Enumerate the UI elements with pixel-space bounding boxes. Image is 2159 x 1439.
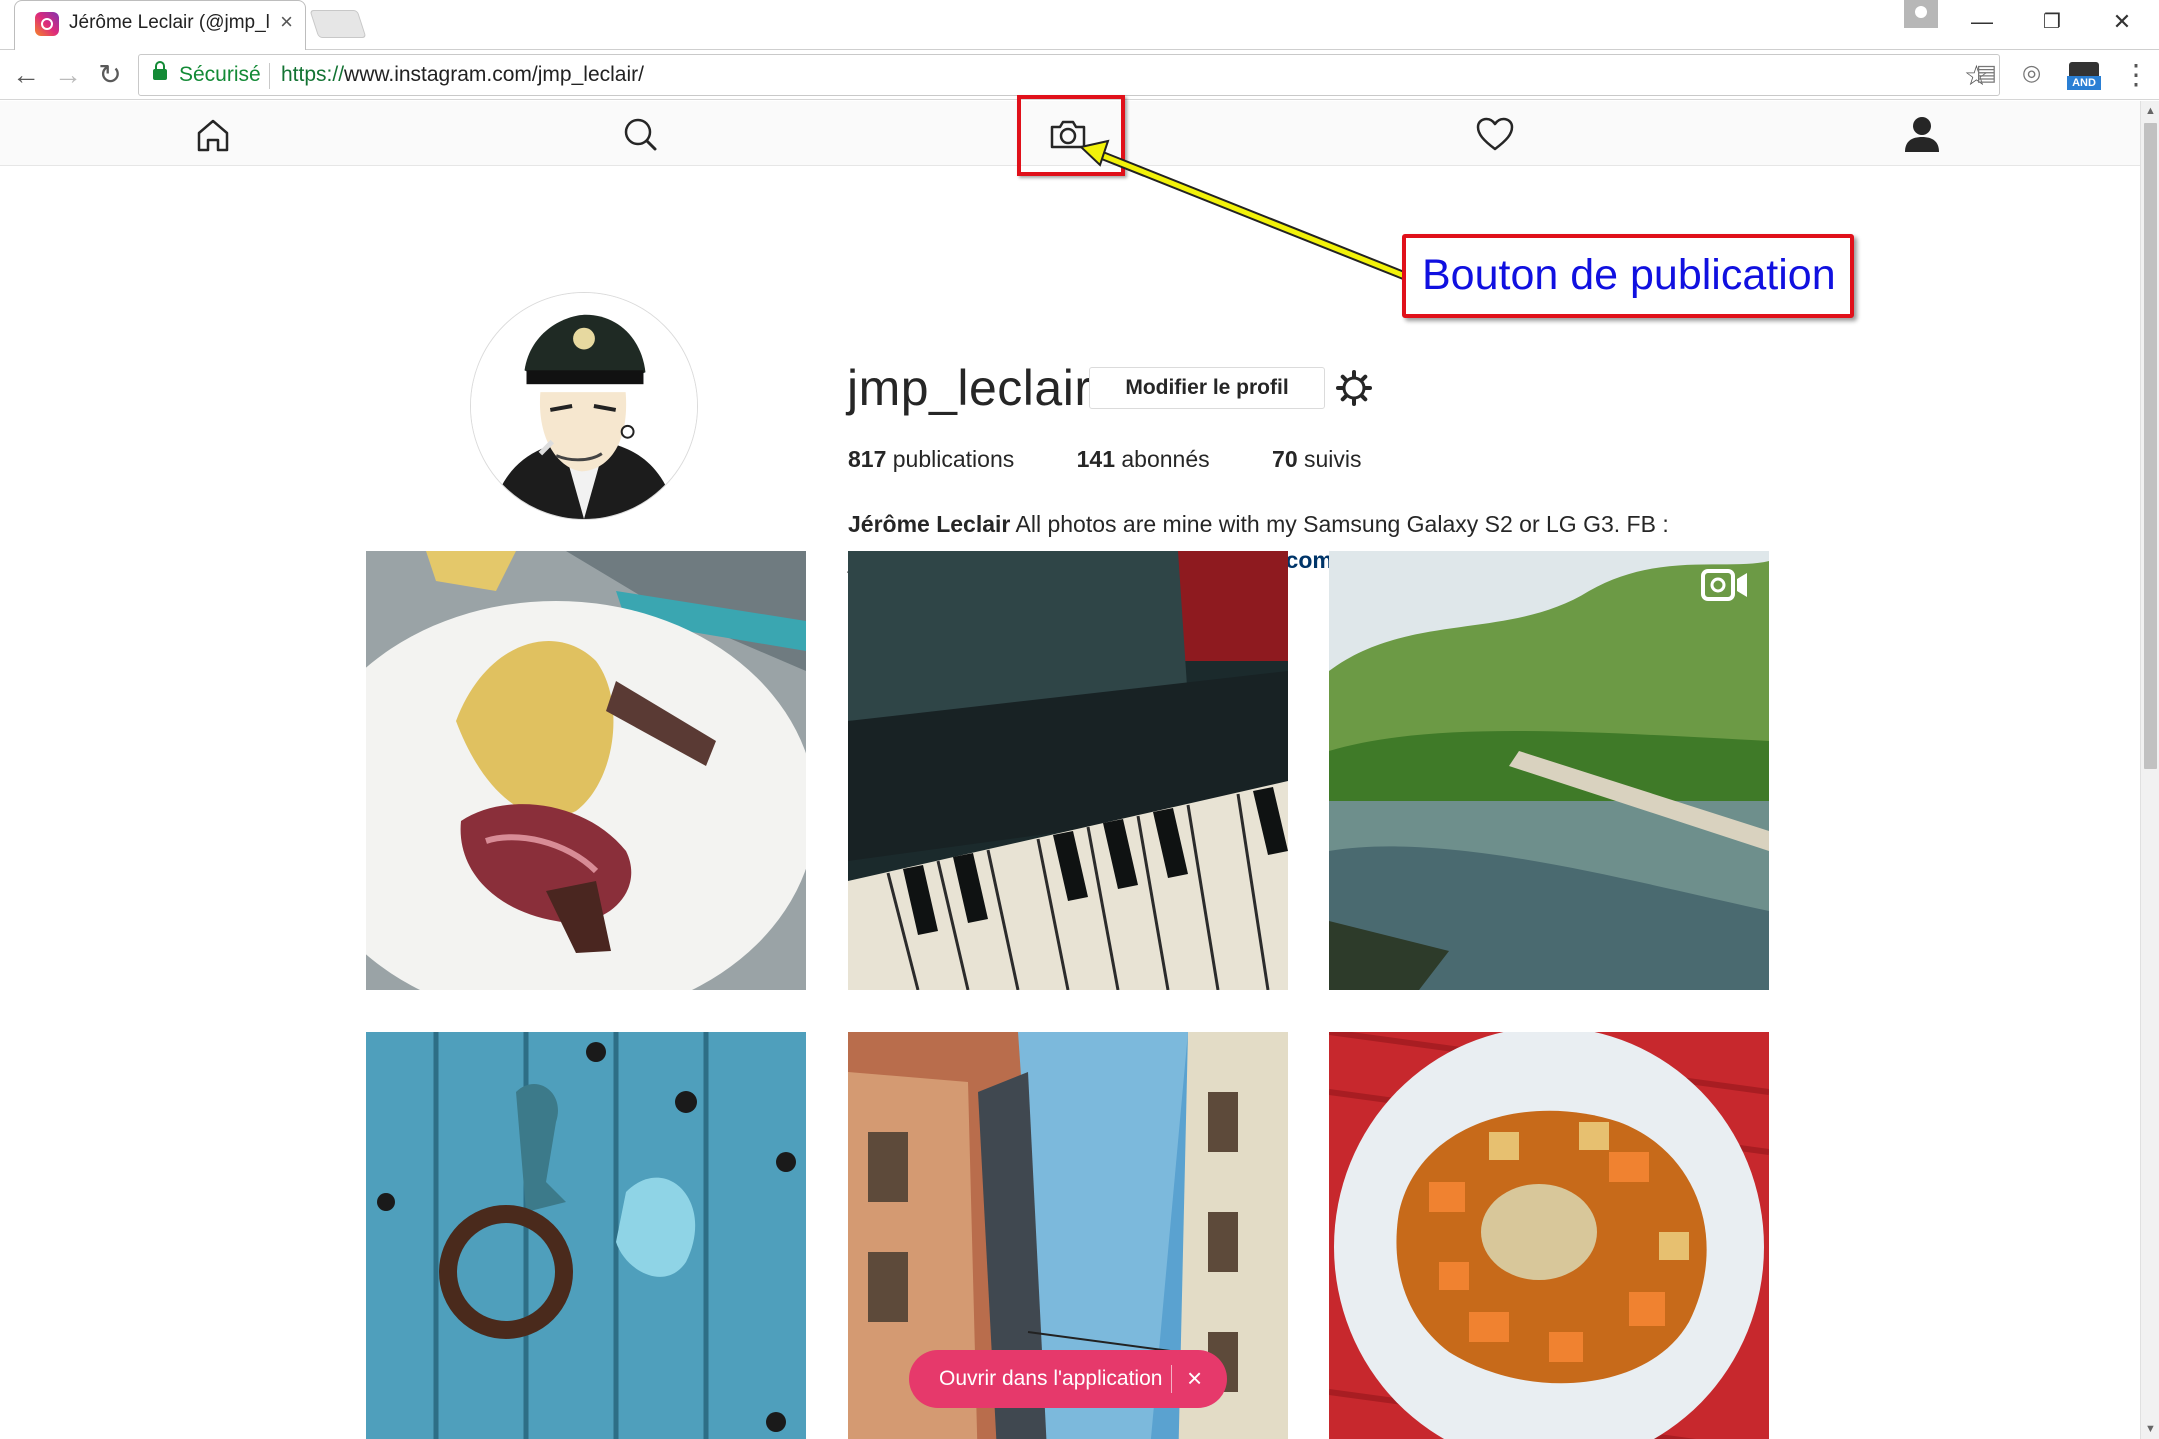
home-icon[interactable]: [191, 113, 235, 157]
open-in-app-close-icon[interactable]: ×: [1187, 1363, 1202, 1393]
tab-close-icon[interactable]: ×: [280, 9, 293, 35]
post-image-vegetables: [1329, 1032, 1769, 1439]
profile-icon[interactable]: [1900, 113, 1944, 157]
lock-icon: [153, 61, 167, 80]
new-tab-button[interactable]: [309, 10, 367, 38]
url-path: /jmp_leclair/: [531, 63, 644, 86]
restore-button[interactable]: ❐: [2024, 4, 2080, 40]
reload-button[interactable]: ↻: [90, 56, 130, 94]
post-tile[interactable]: [848, 551, 1288, 990]
scroll-thumb[interactable]: [2144, 123, 2157, 769]
avatar[interactable]: [470, 292, 698, 520]
stat-following[interactable]: 70 suivis: [1272, 446, 1362, 472]
post-tile[interactable]: [1329, 1032, 1769, 1439]
secure-label: Sécurisé: [179, 63, 261, 86]
instagram-favicon-icon: [35, 12, 59, 36]
address-bar[interactable]: Sécurisé https://www.instagram.com/jmp_l…: [138, 54, 2000, 96]
stat-following-label: suivis: [1304, 446, 1362, 472]
post-image-river: [1329, 551, 1769, 990]
stat-following-count: 70: [1272, 446, 1298, 472]
video-indicator-icon: [1701, 569, 1747, 601]
stat-followers-count: 141: [1076, 446, 1115, 472]
post-image-piano: [848, 551, 1288, 990]
address-divider: [269, 63, 270, 89]
browser-toolbar: ← → ↻ Sécurisé https://www.instagram.com…: [0, 50, 2159, 100]
heart-icon[interactable]: [1473, 113, 1517, 157]
avatar-illustration: [471, 293, 697, 519]
url-text[interactable]: https://www.instagram.com/jmp_leclair/: [281, 63, 644, 87]
open-in-app-button[interactable]: Ouvrir dans l'application ×: [909, 1350, 1227, 1408]
tab-title: Jérôme Leclair (@jmp_leclair): [69, 12, 269, 33]
stat-posts-label: publications: [892, 446, 1015, 472]
browser-profile-button[interactable]: [1904, 0, 1938, 28]
annotation-callout: Bouton de publication: [1402, 234, 1854, 318]
scroll-up-arrow-icon[interactable]: ▲: [2145, 105, 2156, 117]
open-in-app-label: Ouvrir dans l'application: [939, 1367, 1163, 1390]
back-button[interactable]: ←: [6, 56, 46, 94]
url-host: www.instagram.com: [344, 63, 532, 86]
post-tile[interactable]: [366, 551, 806, 990]
annotation-highlight-box: [1017, 95, 1125, 176]
bio-name: Jérôme Leclair: [848, 511, 1011, 537]
browser-tab[interactable]: Jérôme Leclair (@jmp_leclair) ×: [14, 0, 306, 50]
reader-extension-icon[interactable]: ▤: [1976, 60, 1997, 86]
search-icon[interactable]: [618, 113, 662, 157]
and-extension-icon: [2069, 62, 2099, 76]
post-image-door: [366, 1032, 806, 1439]
translate-extension-icon[interactable]: ◎: [2022, 60, 2041, 86]
profile-stats: 817 publications 141 abonnés 70 suivis: [848, 446, 1418, 473]
close-window-button[interactable]: ✕: [2094, 4, 2150, 40]
stat-posts: 817 publications: [848, 446, 1014, 472]
page-scrollbar[interactable]: ▲ ▼: [2140, 101, 2159, 1439]
edit-profile-button[interactable]: Modifier le profil: [1089, 367, 1325, 409]
post-tile[interactable]: [366, 1032, 806, 1439]
forward-button[interactable]: →: [48, 56, 88, 94]
scroll-down-arrow-icon[interactable]: ▼: [2145, 1423, 2156, 1435]
post-tile[interactable]: [1329, 551, 1769, 990]
and-extension-badge: AND: [2067, 76, 2101, 90]
browser-menu-icon[interactable]: ⋮: [2122, 58, 2150, 91]
open-in-app-divider: [1171, 1365, 1172, 1393]
minimize-button[interactable]: —: [1954, 4, 2010, 40]
stat-followers-label: abonnés: [1121, 446, 1210, 472]
stat-posts-count: 817: [848, 446, 887, 472]
profile-username: jmp_leclair: [847, 360, 1092, 416]
post-image-meal: [366, 551, 806, 990]
settings-gear-icon[interactable]: [1335, 369, 1373, 407]
and-extension-button[interactable]: AND: [2067, 62, 2101, 90]
browser-tabstrip: Jérôme Leclair (@jmp_leclair) × — ❐ ✕: [0, 0, 2159, 50]
url-scheme: https://: [281, 63, 345, 86]
annotation-label: Bouton de publication: [1422, 251, 1836, 299]
stat-followers[interactable]: 141 abonnés: [1077, 446, 1210, 472]
